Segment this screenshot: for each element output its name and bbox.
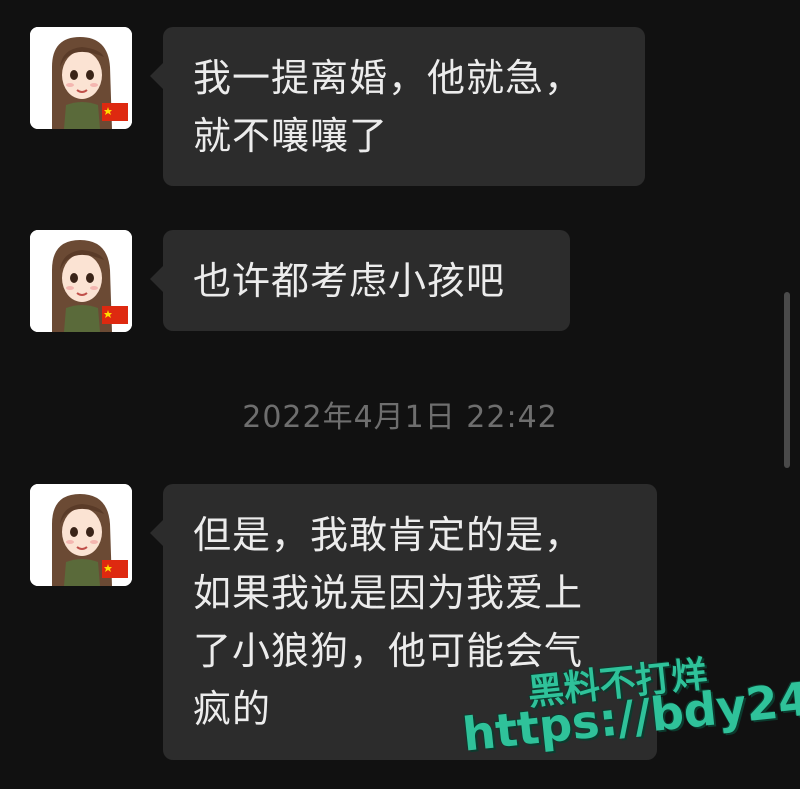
cartoon-woman-avatar-icon (30, 27, 132, 129)
message-bubble[interactable]: 我一提离婚，他就急， 就不嚷嚷了 (150, 27, 645, 186)
contact-avatar[interactable] (30, 27, 132, 129)
cartoon-woman-avatar-icon (30, 484, 132, 586)
message-timestamp: 2022年4月1日 22:42 (242, 400, 558, 435)
message-bubble[interactable]: 也许都考虑小孩吧 (150, 230, 570, 331)
message-line: 我一提离婚，他就急， (193, 56, 584, 100)
cartoon-woman-avatar-icon (30, 230, 132, 332)
contact-avatar[interactable] (30, 484, 132, 586)
chat-view: 我一提离婚，他就急， 就不嚷嚷了 也许都考虑小孩吧 2022年4月1日 22:4… (0, 0, 800, 789)
scrollbar-thumb[interactable] (784, 292, 790, 468)
contact-avatar[interactable] (30, 230, 132, 332)
message-line: 但是，我敢肯定的是， (193, 513, 584, 557)
message-line: 也许都考虑小孩吧 (193, 259, 506, 303)
message-line: 就不嚷嚷了 (193, 114, 389, 158)
message-line: 如果我说是因为我爱上 (193, 571, 584, 615)
